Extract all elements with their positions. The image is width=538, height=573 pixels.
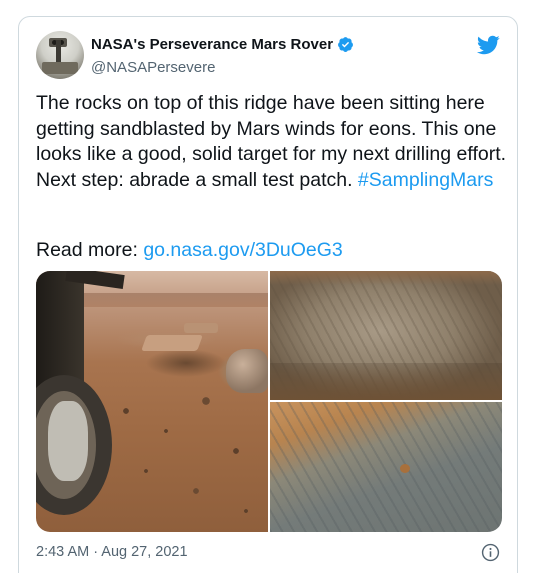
author-name-row: NASA's Perseverance Mars Rover	[91, 36, 354, 53]
author-handle[interactable]: @NASAPersevere	[91, 59, 215, 76]
verified-badge-icon	[338, 37, 353, 52]
avatar[interactable]	[36, 31, 84, 79]
media-image-rock-closeup[interactable]	[270, 271, 502, 400]
media-grid	[36, 271, 502, 532]
read-more-label: Read more:	[36, 239, 138, 261]
tweet-card[interactable]: NASA's Perseverance Mars Rover @NASAPers…	[18, 16, 518, 573]
tweet-timestamp[interactable]: 2:43 AM · Aug 27, 2021	[36, 544, 188, 560]
read-more-line: Read more: go.nasa.gov/3DuOeG3	[36, 238, 343, 264]
rover-wheel-hub-shape	[48, 401, 88, 481]
twitter-bird-icon[interactable]	[476, 33, 500, 57]
rock-slab-shape	[184, 323, 218, 333]
info-icon[interactable]	[481, 543, 500, 562]
media-image-rover-terrain[interactable]	[36, 271, 268, 532]
rock-slab-shape	[141, 335, 203, 351]
author-display-name[interactable]: NASA's Perseverance Mars Rover	[91, 36, 333, 53]
rock-spot-shape	[400, 464, 410, 473]
tweet-text: The rocks on top of this ridge have been…	[36, 91, 508, 193]
hashtag-link[interactable]: #SamplingMars	[358, 169, 493, 191]
pebbles-shape	[106, 381, 266, 531]
rover-body-shape	[36, 271, 84, 391]
media-image-rock-texture[interactable]	[270, 402, 502, 532]
rover-deck-shape	[42, 62, 78, 74]
external-link[interactable]: go.nasa.gov/3DuOeG3	[143, 239, 342, 261]
rock-shadow-shape	[270, 363, 502, 400]
ground-shape	[270, 271, 502, 285]
